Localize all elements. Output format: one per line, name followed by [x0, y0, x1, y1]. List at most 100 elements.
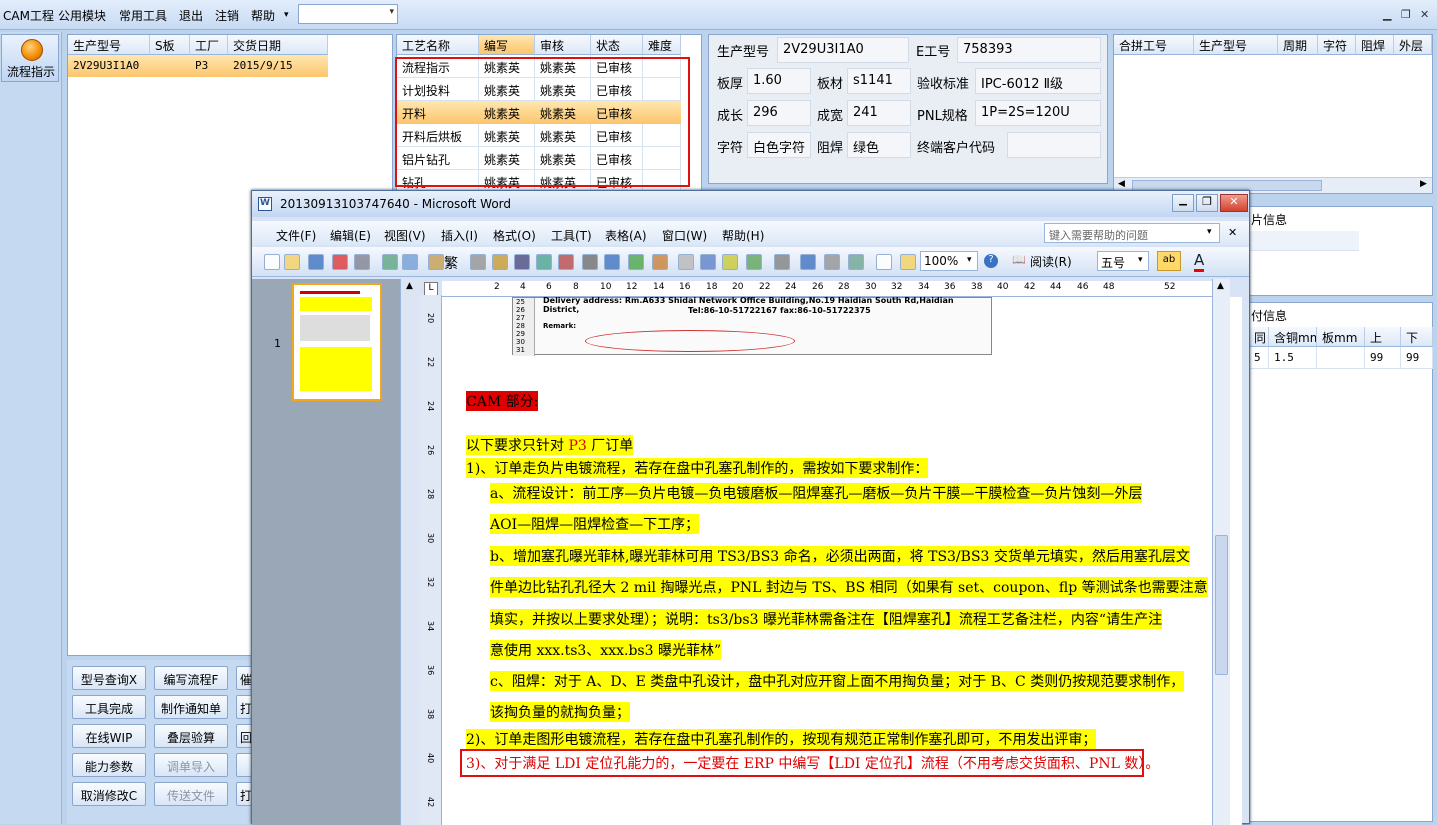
col-header-board-mm[interactable]: 板mm [1317, 327, 1365, 347]
col-header-same[interactable]: 同 [1249, 327, 1269, 347]
hyperlink-icon[interactable] [628, 254, 644, 270]
word-menu-item-0[interactable]: 文件(F) [276, 227, 316, 244]
col-header-s-board[interactable]: S板 [150, 35, 190, 55]
document-page[interactable]: Delivery address: Rm.A633 Shidai Network… [442, 296, 1242, 825]
font-color-icon[interactable]: A [1194, 251, 1205, 272]
columns-icon[interactable] [722, 254, 738, 270]
document-vscrollbar[interactable]: ▲ [1212, 279, 1230, 825]
reading-mode-button[interactable]: 📖 阅读(R) [1008, 251, 1086, 271]
word-menu-item-4[interactable]: 格式(O) [493, 227, 536, 244]
col-header-difficulty[interactable]: 难度 [643, 35, 681, 55]
col-header-delivery-date[interactable]: 交货日期 [228, 35, 328, 55]
col-header-merge-model[interactable]: 生产型号 [1194, 35, 1278, 55]
formula-icon[interactable] [900, 254, 916, 270]
col-header-status[interactable]: 状态 [591, 35, 643, 55]
format-painter-icon[interactable] [558, 254, 574, 270]
word-menu-item-8[interactable]: 帮助(H) [722, 227, 764, 244]
highlight-icon[interactable]: ab [1157, 251, 1181, 271]
word-menu-item-3[interactable]: 插入(I) [441, 227, 478, 244]
permission-icon[interactable] [332, 254, 348, 270]
scroll-up-icon[interactable]: ▲ [406, 281, 413, 291]
function-button-2-1[interactable]: 叠层验算 [154, 724, 228, 748]
drawing-icon[interactable] [746, 254, 762, 270]
horizontal-ruler[interactable]: 2 4 6 8 10 12 14 16 18 20 22 24 26 28 30 32 34 36 38 40 42 44… [442, 281, 1212, 297]
restore-icon[interactable]: ❐ [1401, 8, 1411, 21]
cut-icon[interactable] [492, 254, 508, 270]
col-header-mask[interactable]: 阻焊 [1356, 35, 1394, 55]
word-help-search[interactable]: 键入需要帮助的问题 ▾ [1044, 223, 1220, 243]
menu-combo-box[interactable]: ▾ [298, 4, 398, 24]
help-icon[interactable]: ? [984, 254, 998, 268]
read-icon[interactable] [848, 254, 864, 270]
menu-cam[interactable]: CAM工程 [3, 7, 54, 24]
function-button-1-0[interactable]: 工具完成 [72, 695, 146, 719]
function-button-1-1[interactable]: 制作通知单 [154, 695, 228, 719]
col-header-top[interactable]: 上 [1365, 327, 1401, 347]
col-header-writer[interactable]: 编写 [479, 35, 535, 55]
close-icon[interactable]: ✕ [1420, 8, 1429, 21]
word-menu-item-5[interactable]: 工具(T) [551, 227, 592, 244]
show-hide-icon[interactable] [800, 254, 816, 270]
document-map-icon[interactable] [774, 254, 790, 270]
open-folder-icon[interactable] [284, 254, 300, 270]
word-doc-close-icon[interactable]: ✕ [1228, 226, 1237, 239]
scroll-left-icon[interactable]: ◀ [1118, 179, 1125, 189]
menu-overflow-icon[interactable]: ▾ [284, 10, 289, 20]
ink-icon[interactable] [824, 254, 840, 270]
minimize-icon[interactable]: ▁ [1383, 8, 1391, 21]
col-header-cycle[interactable]: 周期 [1278, 35, 1318, 55]
col-header-char[interactable]: 字符 [1318, 35, 1356, 55]
word-menu-item-1[interactable]: 编辑(E) [330, 227, 371, 244]
font-size-select[interactable]: 五号 ▾ [1097, 251, 1149, 271]
col-header-merge-no[interactable]: 合拼工号 [1114, 35, 1194, 55]
word-minimize-icon[interactable]: ▁ [1172, 194, 1194, 212]
thumbnail-scrollbar[interactable]: ▲ [400, 279, 420, 825]
print-preview-icon[interactable] [402, 254, 418, 270]
scroll-up-icon[interactable]: ▲ [1217, 281, 1224, 291]
save-icon[interactable] [308, 254, 324, 270]
col-header-factory[interactable]: 工厂 [190, 35, 228, 55]
word-close-icon[interactable]: ✕ [1220, 194, 1248, 212]
menu-logout[interactable]: 注销 [215, 7, 239, 24]
function-button-0-0[interactable]: 型号查询X [72, 666, 146, 690]
col-header-bottom[interactable]: 下 [1401, 327, 1433, 347]
menu-help[interactable]: 帮助 [251, 7, 275, 24]
zoom-select[interactable]: 100% ▾ [920, 251, 978, 271]
insert-chart-icon[interactable] [876, 254, 892, 270]
new-doc-icon[interactable] [264, 254, 280, 270]
undo-icon[interactable] [582, 254, 598, 270]
spellcheck-icon[interactable] [428, 254, 444, 270]
insert-excel-icon[interactable] [700, 254, 716, 270]
col-header-outer[interactable]: 外层 [1394, 35, 1432, 55]
col-header-copper-mm[interactable]: 含铜mm [1269, 327, 1317, 347]
research-icon[interactable] [470, 254, 486, 270]
word-menu-item-2[interactable]: 视图(V) [384, 227, 426, 244]
function-button-4-1[interactable]: 传送文件 [154, 782, 228, 806]
col-header-model[interactable]: 生产型号 [68, 35, 150, 55]
menu-public-modules[interactable]: 公用模块 [58, 7, 106, 24]
function-button-3-1[interactable]: 调单导入 [154, 753, 228, 777]
copy-icon[interactable] [514, 254, 530, 270]
insert-table-icon[interactable] [678, 254, 694, 270]
scroll-right-icon[interactable]: ▶ [1420, 179, 1427, 189]
thumbnail-page-1[interactable] [292, 283, 382, 401]
word-maximize-icon[interactable]: ❐ [1196, 194, 1218, 212]
tables-borders-icon[interactable] [652, 254, 668, 270]
function-button-0-1[interactable]: 编写流程F [154, 666, 228, 690]
function-button-3-0[interactable]: 能力参数 [72, 753, 146, 777]
email-icon[interactable] [354, 254, 370, 270]
tab-stop-selector[interactable]: L [424, 282, 438, 296]
menu-tools[interactable]: 常用工具 [119, 7, 167, 24]
word-menu-item-6[interactable]: 表格(A) [605, 227, 647, 244]
table-row[interactable]: 2V29U3I1A0 P3 2015/9/15 [68, 55, 328, 77]
paste-icon[interactable] [536, 254, 552, 270]
print-icon[interactable] [382, 254, 398, 270]
redo-icon[interactable] [604, 254, 620, 270]
word-menu-item-7[interactable]: 窗口(W) [662, 227, 707, 244]
col-header-reviewer[interactable]: 审核 [535, 35, 591, 55]
traditional-chinese-button[interactable]: 繁 [444, 253, 458, 273]
flow-indicator-button[interactable]: 流程指示 [1, 34, 59, 82]
menu-exit[interactable]: 退出 [179, 7, 203, 24]
col-header-process-name[interactable]: 工艺名称 [397, 35, 479, 55]
function-button-4-0[interactable]: 取消修改C [72, 782, 146, 806]
